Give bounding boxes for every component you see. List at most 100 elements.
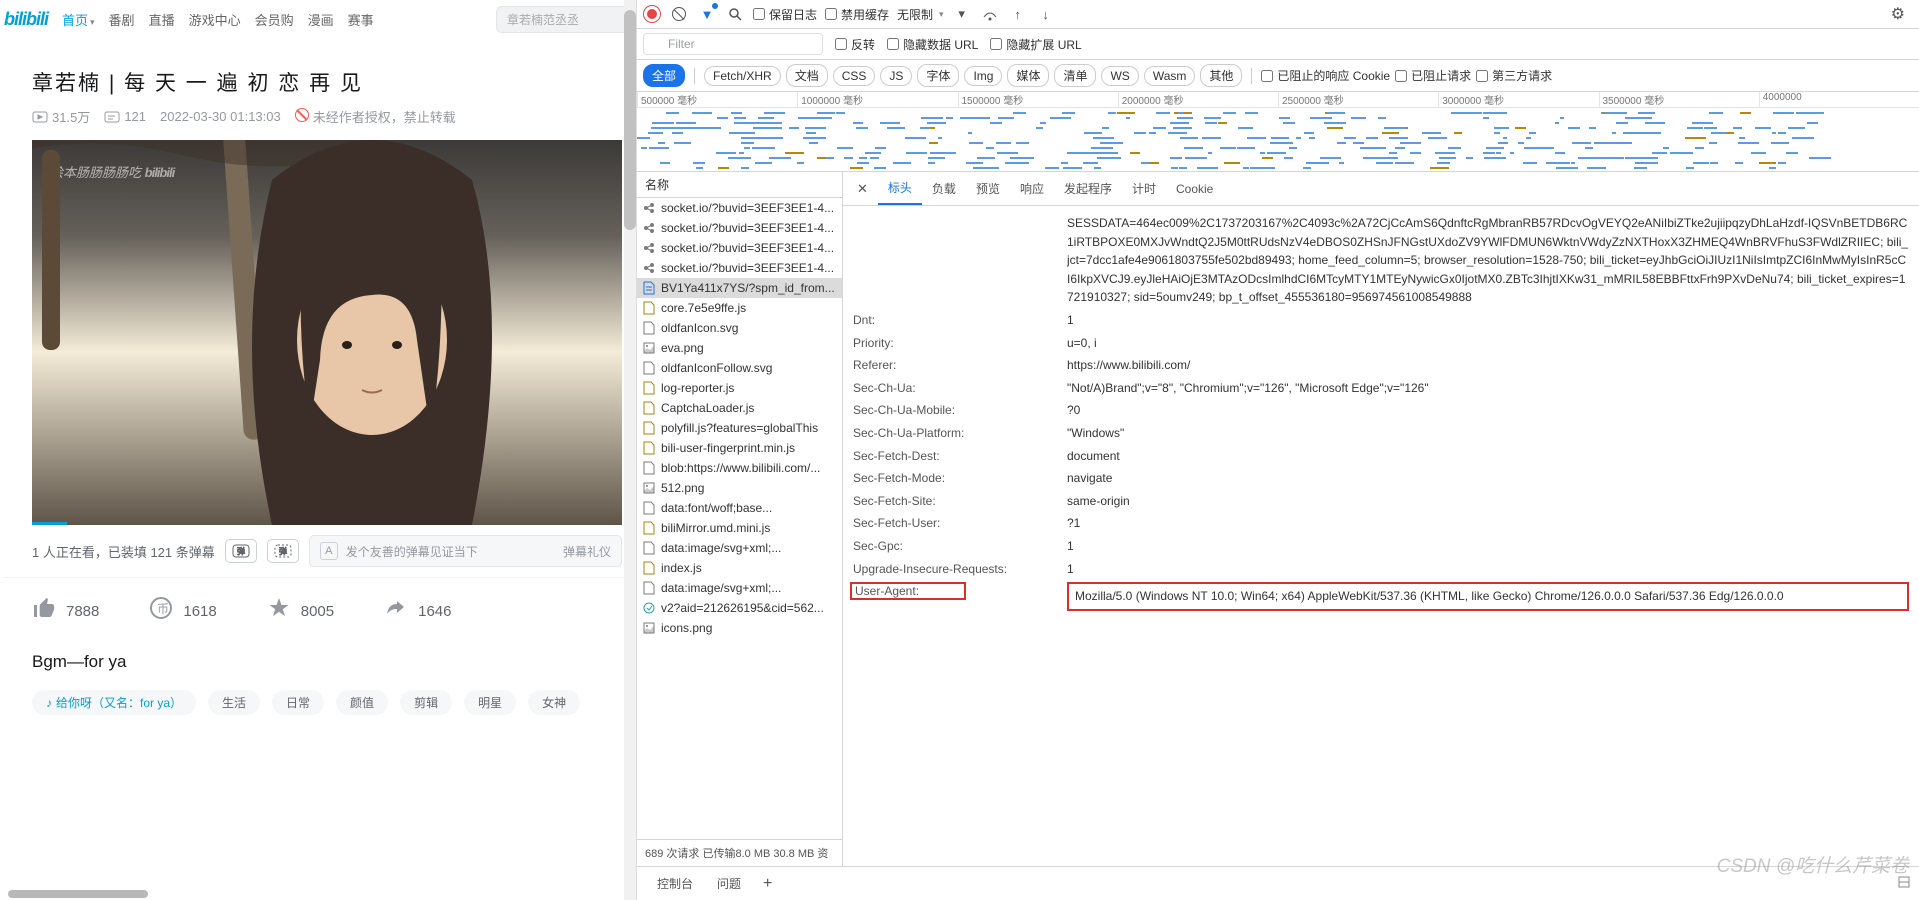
nav-vip[interactable]: 会员购 [255,10,294,29]
danmu-settings[interactable]: 弹 [267,539,299,563]
wifi-icon[interactable]: ▾ [952,4,972,24]
record-icon[interactable] [643,5,661,23]
request-row[interactable]: icons.png [637,618,842,638]
request-row[interactable]: eva.png [637,338,842,358]
nav-bangumi[interactable]: 番剧 [109,10,135,29]
request-row[interactable]: core.7e5e9ffe.js [637,298,842,318]
download-icon[interactable]: ↓ [1036,4,1056,24]
third-party-check[interactable]: 第三方请求 [1476,67,1552,84]
request-row[interactable]: v2?aid=212626195&cid=562... [637,598,842,618]
type-css[interactable]: CSS [833,66,876,86]
search-icon[interactable] [725,4,745,24]
request-row[interactable]: socket.io/?buvid=3EEF3EE1-4... [637,218,842,238]
tag-edit[interactable]: 剪辑 [400,690,452,715]
tab-headers[interactable]: 标头 [878,172,922,205]
hide-ext-url-check[interactable]: 隐藏扩展 URL [990,36,1081,53]
request-row[interactable]: index.js [637,558,842,578]
type-all[interactable]: 全部 [643,64,685,87]
vertical-scrollbar[interactable] [624,0,636,900]
request-row[interactable]: biliMirror.umd.mini.js [637,518,842,538]
type-media[interactable]: 媒体 [1007,64,1049,87]
danmu-toggle[interactable]: 弹 [225,539,257,563]
blocked-req-check[interactable]: 已阻止请求 [1395,67,1471,84]
clear-icon[interactable] [669,4,689,24]
gear-icon[interactable]: ⚙ [1891,4,1905,24]
tab-timing[interactable]: 计时 [1122,173,1166,204]
hide-data-url-check[interactable]: 隐藏数据 URL [887,36,978,53]
video-player[interactable]: 绘本肠肠肠肠吃 bilibili [32,140,622,525]
close-icon[interactable]: ✕ [847,175,878,203]
tag-goddess[interactable]: 女神 [528,690,580,715]
request-row[interactable]: log-reporter.js [637,378,842,398]
type-js[interactable]: JS [880,66,912,86]
filter-input[interactable]: Filter [643,33,823,55]
blocked-cookie-check[interactable]: 已阻止的响应 Cookie [1261,67,1390,84]
request-row[interactable]: socket.io/?buvid=3EEF3EE1-4... [637,198,842,218]
type-ws[interactable]: WS [1101,66,1138,86]
request-row[interactable]: CaptchaLoader.js [637,398,842,418]
keep-log-check[interactable]: 保留日志 [753,6,817,23]
request-row[interactable]: oldfanIcon.svg [637,318,842,338]
search-box[interactable]: 章若楠范丞丞 [496,6,636,33]
nav-game[interactable]: 游戏中心 [189,10,241,29]
tab-payload[interactable]: 负载 [922,173,966,204]
nav-manga[interactable]: 漫画 [308,10,334,29]
type-font[interactable]: 字体 [917,64,959,87]
style-icon[interactable]: A [320,542,338,560]
timeline[interactable]: 500000 毫秒1000000 毫秒1500000 毫秒2000000 毫秒2… [637,92,1919,172]
tag-star[interactable]: 明星 [464,690,516,715]
tab-console[interactable]: 控制台 [645,867,705,900]
request-row[interactable]: 512.png [637,478,842,498]
like-button[interactable]: 7888 [32,596,99,626]
tag-music[interactable]: ♪给你呀（又名：for ya） [32,690,196,715]
coin-button[interactable]: 币1618 [149,596,216,626]
timeline-tick: 4000000 [1759,92,1919,107]
file-icon [643,521,655,535]
type-doc[interactable]: 文档 [786,64,828,87]
header-name: Sec-Ch-Ua-Mobile: [853,401,1067,420]
request-row[interactable]: oldfanIconFollow.svg [637,358,842,378]
request-row[interactable]: socket.io/?buvid=3EEF3EE1-4... [637,258,842,278]
throttle-select[interactable]: 无限制 ▾ [897,6,944,23]
type-img[interactable]: Img [964,66,1002,86]
type-manifest[interactable]: 清单 [1054,64,1096,87]
headers-body[interactable]: SESSDATA=464ec009%2C1737203167%2C4093c%2… [843,206,1919,866]
invert-check[interactable]: 反转 [835,36,875,53]
nav-match[interactable]: 赛事 [348,10,374,29]
type-other[interactable]: 其他 [1200,64,1242,87]
tag-daily[interactable]: 日常 [272,690,324,715]
request-row[interactable]: socket.io/?buvid=3EEF3EE1-4... [637,238,842,258]
tab-issues[interactable]: 问题 [705,867,753,900]
danmu-input[interactable]: A 发个友善的弹幕见证当下 弹幕礼仪 [309,535,622,567]
horizontal-scrollbar[interactable] [8,890,148,898]
disable-cache-check[interactable]: 禁用缓存 [825,6,889,23]
file-icon [643,621,655,635]
network-conditions-icon[interactable] [980,4,1000,24]
tab-response[interactable]: 响应 [1010,173,1054,204]
filter-icon[interactable]: ▼ [697,4,717,24]
nav-live[interactable]: 直播 [149,10,175,29]
tag-life[interactable]: 生活 [208,690,260,715]
request-row[interactable]: polyfill.js?features=globalThis [637,418,842,438]
video-progress[interactable] [32,522,67,525]
column-name[interactable]: 名称 [637,172,842,198]
type-wasm[interactable]: Wasm [1144,66,1196,86]
nav-home[interactable]: 首页▾ [62,10,95,29]
request-row[interactable]: data:image/svg+xml;... [637,538,842,558]
danmu-etiq[interactable]: 弹幕礼仪 [563,543,611,560]
add-tab-icon[interactable]: + [753,875,782,893]
fav-button[interactable]: 8005 [267,596,334,626]
type-fetch[interactable]: Fetch/XHR [704,66,781,86]
tab-preview[interactable]: 预览 [966,173,1010,204]
tag-face[interactable]: 颜值 [336,690,388,715]
bilibili-logo[interactable]: bilibili [4,9,48,30]
request-row[interactable]: data:image/svg+xml;... [637,578,842,598]
request-row[interactable]: BV1Ya411x7YS/?spm_id_from... [637,278,842,298]
tab-initiator[interactable]: 发起程序 [1054,173,1122,204]
request-row[interactable]: bili-user-fingerprint.min.js [637,438,842,458]
request-row[interactable]: data:font/woff;base... [637,498,842,518]
request-row[interactable]: blob:https://www.bilibili.com/... [637,458,842,478]
share-button[interactable]: 1646 [384,596,451,626]
upload-icon[interactable]: ↑ [1008,4,1028,24]
tab-cookie[interactable]: Cookie [1166,175,1223,203]
